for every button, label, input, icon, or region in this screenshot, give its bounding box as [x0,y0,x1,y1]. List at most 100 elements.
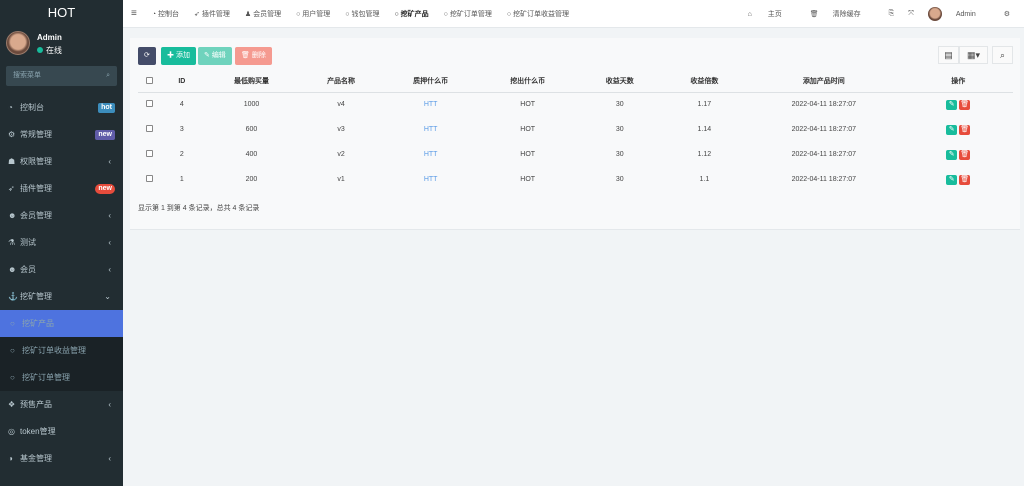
table-cell[interactable]: HTT [381,142,481,167]
sidebar-item[interactable]: ❖ 预售产品 ‹ [0,391,123,418]
nav-tab[interactable]: ♟ 会员管理 [245,9,281,19]
edit-row-button[interactable]: ✎ [946,99,958,110]
sidebar-item[interactable]: ⚓ 挖矿管理 ⌄ [0,283,123,310]
clear-cache-label: 清除缓存 [832,11,861,18]
column-header[interactable]: 挖出什么币 [480,71,575,93]
sidebar-badge: new [95,130,115,140]
nav-tab-label: 控制台 [158,10,180,18]
row-checkbox[interactable] [146,100,154,108]
fullscreen-icon[interactable]: ⤧ [908,10,914,18]
menu-toggle-icon[interactable]: ≡ [131,8,137,19]
sidebar-item[interactable]: ⚗ 测试 ‹ [0,229,123,256]
columns-icon: ▦▾ [966,50,981,60]
table-cell[interactable]: HTT [381,117,481,142]
submenu-item-label: 挖矿产品 [22,319,54,328]
sidebar-item-label: token管理 [20,427,56,436]
nav-tab[interactable]: ◔ 控制台 [152,9,179,19]
user-menu[interactable]: Admin [927,7,990,21]
edit-row-button[interactable]: ✎ [946,124,958,135]
sidebar-item[interactable]: ◑ 基金管理 ‹ [0,445,123,472]
refresh-button[interactable]: ⟳ [138,47,156,65]
adjust-icon: ◑ [8,454,13,463]
edit-row-button[interactable]: ✎ [946,149,958,160]
submenu-item[interactable]: ○ 挖矿订单管理 [0,364,123,391]
table-cell: HOT [520,101,536,109]
nav-tab[interactable]: ○ 挖矿订单收益管理 [507,9,569,19]
online-dot-icon [37,47,43,53]
sidebar-item[interactable]: ⚙ 常规管理 new [0,121,123,148]
app-logo[interactable]: HOT [0,0,123,28]
sidebar-badge: new [95,184,115,194]
refresh-icon: ⟳ [144,52,150,59]
nav-tab-label: 用户管理 [302,10,331,18]
table-cell: v4 [337,101,345,109]
nav-tab[interactable]: ○ 钱包管理 [345,9,379,19]
column-header[interactable]: 产品名称 [301,71,381,93]
column-header[interactable]: 最低购买量 [201,71,302,93]
table-row: 4 1000 v4 HTT HOT 30 1.17 2022-04-11 18:27:07 ✎ 🗑 [138,92,1013,117]
nav-tab[interactable]: ➶ 插件管理 [194,9,230,19]
actions-cell: ✎ 🗑 [903,92,1013,117]
menu-search-input[interactable]: 搜索菜单 ⌕ [6,66,117,86]
sidebar-item[interactable]: ☻ 会员管理 ‹ [0,202,123,229]
home-link[interactable]: ⌂ 主页 [748,9,796,19]
delete-button[interactable]: 🗑 删除 [235,47,272,65]
language-icon[interactable]: ⎘ [889,10,895,18]
user-status: 在线 [37,45,62,56]
pagination-summary: 显示第 1 到第 4 条记录，总共 4 条记录 [138,205,260,212]
sidebar-item[interactable]: ➶ 插件管理 new [0,175,123,202]
clear-cache-button[interactable]: 🗑 清除缓存 [810,9,875,19]
row-checkbox[interactable] [146,125,154,132]
table-cell: 30 [615,126,624,133]
search-button[interactable]: ⌕ [992,46,1013,64]
dashboard-icon: ◔ [8,103,13,112]
column-header[interactable]: ID [161,71,202,93]
edit-button[interactable]: ✎ 编辑 [198,47,232,65]
column-header[interactable]: 操作 [903,71,1013,93]
chevron-icon: ‹ [108,211,111,220]
submenu: ○ 挖矿产品 ○ 挖矿订单收益管理 ○ 挖矿订单管理 [0,310,123,391]
toggle-view-button[interactable]: ▤ [938,46,959,64]
submenu-item[interactable]: ○ 挖矿订单收益管理 [0,337,123,364]
circle-icon: ○ [10,373,15,382]
nav-tab[interactable]: ○ 用户管理 [296,9,330,19]
table-cell[interactable]: HTT [381,92,481,117]
submenu-item[interactable]: ○ 挖矿产品 [0,310,123,337]
nav-tab[interactable]: ○ 挖矿订单管理 [444,9,492,19]
search-placeholder: 搜索菜单 [13,72,41,79]
select-all-checkbox[interactable] [146,76,154,84]
edit-row-button[interactable]: ✎ [946,174,958,185]
delete-row-button[interactable]: 🗑 [959,174,971,185]
home-icon: ⌂ [747,11,754,18]
sidebar-item[interactable]: ◎ token管理 [0,418,123,445]
user-icon: ♟ [244,10,254,18]
sidebar-item[interactable]: ◔ 控制台 hot [0,94,123,121]
delete-row-button[interactable]: 🗑 [959,124,971,135]
row-checkbox[interactable] [146,150,154,157]
table-cell: 400 [245,151,258,158]
column-header[interactable]: 添加产品时间 [744,71,904,93]
table-cell: 30 [615,151,624,158]
sidebar-item[interactable]: ☗ 权限管理 ‹ [0,148,123,175]
circle-icon: ○ [10,319,15,328]
column-header[interactable]: 收益天数 [574,71,665,93]
add-button[interactable]: ✚ 添加 [161,47,196,65]
trash-icon: 🗑 [809,11,819,18]
table-row: 3 600 v3 HTT HOT 30 1.14 2022-04-11 18:27:07 ✎ 🗑 [138,117,1013,142]
submenu-item-label: 挖矿订单收益管理 [22,346,86,355]
row-checkbox[interactable] [146,175,154,182]
sidebar-item-label: 预售产品 [20,400,52,409]
delete-row-button[interactable]: 🗑 [959,149,971,160]
nav-tab[interactable]: ○ 挖矿产品 [394,9,428,19]
delete-row-button[interactable]: 🗑 [959,99,971,110]
column-header[interactable]: 收益倍数 [664,71,745,93]
columns-dropdown-button[interactable]: ▦▾ [959,46,988,64]
settings-icon[interactable]: ⚙ [1004,10,1010,18]
nav-tab-label: 挖矿订单管理 [449,10,492,18]
nav-tab-label: 会员管理 [253,10,282,18]
table-cell[interactable]: HTT [381,167,481,192]
sidebar-item[interactable]: ☻ 会员 ‹ [0,256,123,283]
chevron-icon: ⌄ [104,292,111,301]
column-header[interactable]: 质押什么币 [380,71,481,93]
table-cell: v3 [337,126,345,133]
